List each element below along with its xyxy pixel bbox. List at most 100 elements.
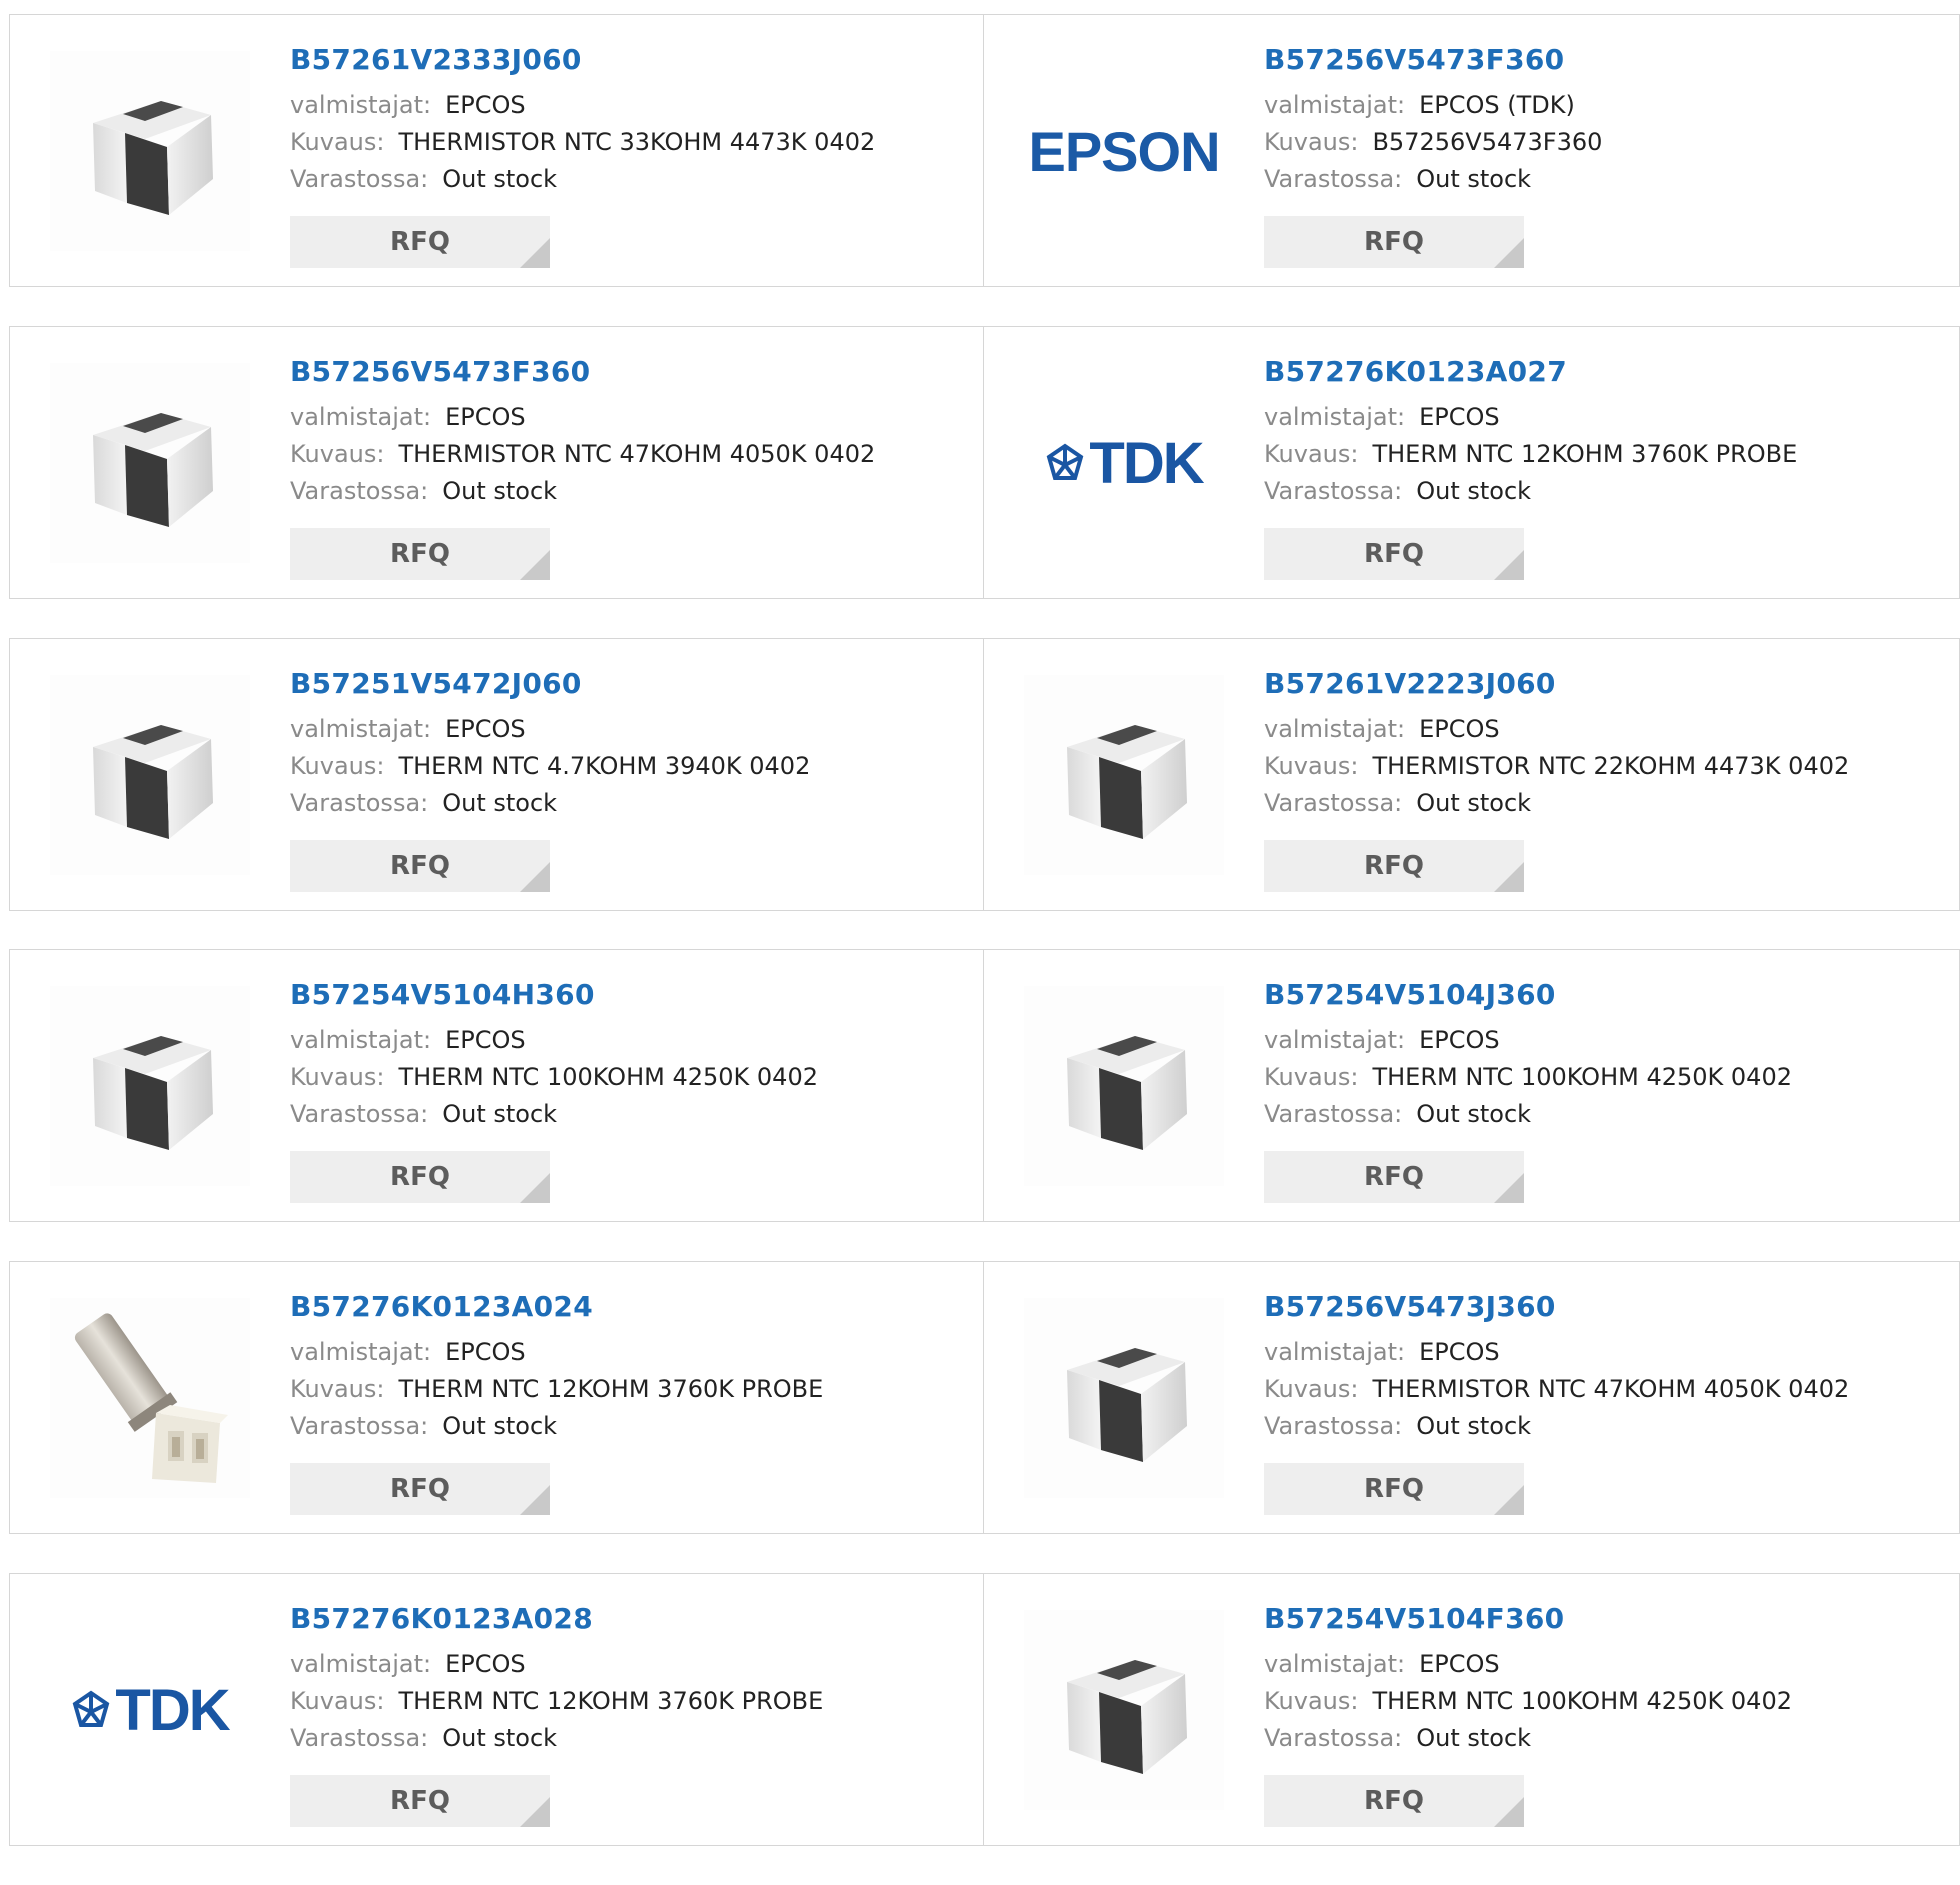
product-card: B57254V5104J360 valmistajat: EPCOS Kuvaus… <box>984 949 1960 1222</box>
chip-icon[interactable] <box>1024 1298 1224 1498</box>
product-card: B57261V2223J060 valmistajat: EPCOS Kuvaus… <box>984 638 1960 911</box>
description-line: Kuvaus: THERM NTC 4.7KOHM 3940K 0402 <box>290 748 810 785</box>
rfq-button[interactable]: RFQ <box>1264 840 1524 892</box>
rfq-button[interactable]: RFQ <box>290 1151 550 1203</box>
rfq-label: RFQ <box>1364 227 1424 257</box>
manufacturer-line: valmistajat: EPCOS <box>1264 1646 1792 1683</box>
manufacturer-value: EPCOS <box>445 403 526 431</box>
manufacturer-label: valmistajat: <box>1264 1026 1406 1054</box>
stock-value: Out stock <box>1416 1724 1532 1752</box>
part-number-link[interactable]: B57256V5473F360 <box>1264 43 1602 87</box>
manufacturer-value: EPCOS <box>1419 715 1500 743</box>
manufacturer-line: valmistajat: EPCOS <box>1264 1022 1792 1059</box>
stock-label: Varastossa: <box>290 789 429 817</box>
part-number-link[interactable]: B57276K0123A024 <box>290 1290 823 1334</box>
manufacturer-value: EPCOS <box>445 1650 526 1678</box>
corner-triangle-icon <box>520 1173 550 1203</box>
rfq-button[interactable]: RFQ <box>290 528 550 580</box>
rfq-button[interactable]: RFQ <box>1264 1775 1524 1827</box>
part-number-link[interactable]: B57261V2333J060 <box>290 43 875 87</box>
part-number-link[interactable]: B57256V5473J360 <box>1264 1290 1849 1334</box>
description-line: Kuvaus: THERMISTOR NTC 22KOHM 4473K 0402 <box>1264 748 1849 785</box>
product-card: EPSON B57256V5473F360 valmistajat: EPCOS … <box>984 14 1960 287</box>
manufacturer-value: EPCOS (TDK) <box>1419 91 1575 119</box>
product-info: B57261V2333J060 valmistajat: EPCOS Kuvaus… <box>290 43 875 198</box>
description-value: THERM NTC 12KOHM 3760K PROBE <box>398 1687 824 1715</box>
corner-triangle-icon <box>1494 550 1524 580</box>
probe-icon[interactable] <box>50 1298 250 1498</box>
rfq-label: RFQ <box>1364 539 1424 569</box>
rfq-button[interactable]: RFQ <box>1264 1151 1524 1203</box>
stock-line: Varastossa: Out stock <box>290 785 810 822</box>
stock-line: Varastossa: Out stock <box>290 1720 823 1757</box>
stock-value: Out stock <box>442 1100 558 1128</box>
stock-value: Out stock <box>1416 789 1532 817</box>
manufacturer-label: valmistajat: <box>1264 1650 1406 1678</box>
chip-icon[interactable] <box>1024 675 1224 875</box>
stock-line: Varastossa: Out stock <box>1264 473 1797 510</box>
manufacturer-label: valmistajat: <box>1264 1338 1406 1366</box>
rfq-button[interactable]: RFQ <box>290 1463 550 1515</box>
stock-value: Out stock <box>1416 477 1532 505</box>
description-line: Kuvaus: THERM NTC 100KOHM 4250K 0402 <box>1264 1059 1792 1096</box>
manufacturer-line: valmistajat: EPCOS <box>1264 711 1849 748</box>
stock-label: Varastossa: <box>1264 789 1403 817</box>
chip-icon[interactable] <box>50 986 250 1186</box>
stock-label: Varastossa: <box>290 1412 429 1440</box>
rfq-button[interactable]: RFQ <box>1264 216 1524 268</box>
product-card: B57254V5104F360 valmistajat: EPCOS Kuvaus… <box>984 1573 1960 1846</box>
corner-triangle-icon <box>520 1485 550 1515</box>
chip-icon[interactable] <box>1024 1610 1224 1810</box>
description-label: Kuvaus: <box>1264 1063 1359 1091</box>
tdk-logo[interactable]: TDK <box>50 1610 250 1810</box>
stock-value: Out stock <box>442 1412 558 1440</box>
corner-triangle-icon <box>520 1797 550 1827</box>
product-info: B57256V5473J360 valmistajat: EPCOS Kuvaus… <box>1264 1290 1849 1445</box>
chip-icon[interactable] <box>50 51 250 251</box>
chip-icon[interactable] <box>50 363 250 563</box>
manufacturer-line: valmistajat: EPCOS <box>1264 399 1797 436</box>
part-number-link[interactable]: B57254V5104F360 <box>1264 1602 1792 1646</box>
part-number-link[interactable]: B57254V5104H360 <box>290 978 818 1022</box>
stock-line: Varastossa: Out stock <box>1264 1096 1792 1133</box>
logo-wordmark: TDK <box>115 1677 230 1743</box>
description-value: THERMISTOR NTC 47KOHM 4050K 0402 <box>398 440 876 468</box>
manufacturer-line: valmistajat: EPCOS <box>290 87 875 124</box>
part-number-link[interactable]: B57256V5473F360 <box>290 355 875 399</box>
rfq-button[interactable]: RFQ <box>1264 528 1524 580</box>
stock-line: Varastossa: Out stock <box>1264 1408 1849 1445</box>
rfq-label: RFQ <box>390 1786 450 1816</box>
rfq-button[interactable]: RFQ <box>1264 1463 1524 1515</box>
stock-label: Varastossa: <box>1264 1724 1403 1752</box>
product-row: B57276K0123A024 valmistajat: EPCOS Kuvaus… <box>9 1261 1960 1534</box>
chip-icon[interactable] <box>50 675 250 875</box>
logo-text: EPSON <box>1028 119 1220 183</box>
description-line: Kuvaus: THERM NTC 12KOHM 3760K PROBE <box>1264 436 1797 473</box>
rfq-label: RFQ <box>1364 851 1424 881</box>
rfq-button[interactable]: RFQ <box>290 840 550 892</box>
stock-line: Varastossa: Out stock <box>290 161 875 198</box>
stock-label: Varastossa: <box>1264 165 1403 193</box>
description-value: THERM NTC 12KOHM 3760K PROBE <box>1372 440 1798 468</box>
tdk-logo[interactable]: TDK <box>1024 363 1224 563</box>
part-number-link[interactable]: B57276K0123A028 <box>290 1602 823 1646</box>
stock-label: Varastossa: <box>1264 1412 1403 1440</box>
description-value: THERMISTOR NTC 33KOHM 4473K 0402 <box>398 128 876 156</box>
description-line: Kuvaus: THERM NTC 12KOHM 3760K PROBE <box>290 1371 823 1408</box>
product-card: TDK B57276K0123A027 valmistajat: EPCOS Ku… <box>984 326 1960 599</box>
stock-label: Varastossa: <box>290 1100 429 1128</box>
product-info: B57276K0123A027 valmistajat: EPCOS Kuvaus… <box>1264 355 1797 510</box>
manufacturer-line: valmistajat: EPCOS <box>1264 1334 1849 1371</box>
part-number-link[interactable]: B57254V5104J360 <box>1264 978 1792 1022</box>
part-number-link[interactable]: B57276K0123A027 <box>1264 355 1797 399</box>
corner-triangle-icon <box>1494 238 1524 268</box>
rfq-button[interactable]: RFQ <box>290 1775 550 1827</box>
product-grid: B57261V2333J060 valmistajat: EPCOS Kuvaus… <box>9 14 1960 1885</box>
part-number-link[interactable]: B57251V5472J060 <box>290 667 810 711</box>
epson-logo[interactable]: EPSON <box>1024 51 1224 251</box>
part-number-link[interactable]: B57261V2223J060 <box>1264 667 1849 711</box>
chip-icon[interactable] <box>1024 986 1224 1186</box>
description-value: THERM NTC 4.7KOHM 3940K 0402 <box>398 752 811 780</box>
stock-label: Varastossa: <box>290 165 429 193</box>
rfq-button[interactable]: RFQ <box>290 216 550 268</box>
